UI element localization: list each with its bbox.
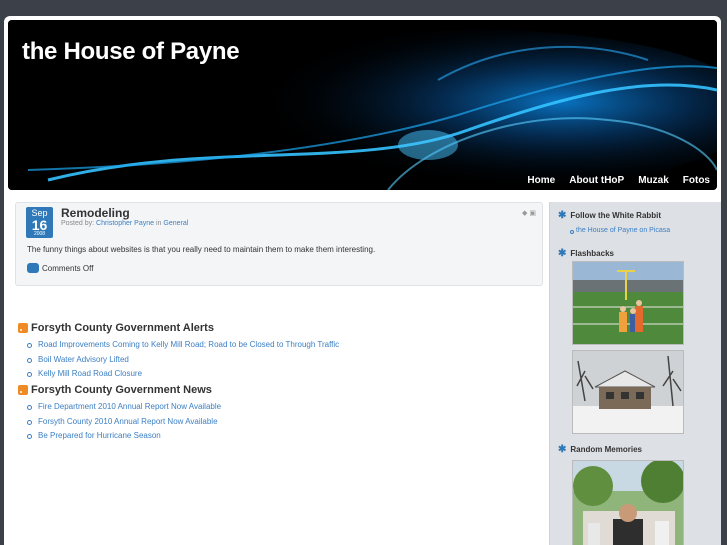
picasa-link[interactable]: the House of Payne on Picasa <box>570 227 670 234</box>
sidebar: ✱ Follow the White Rabbit the House of P… <box>549 202 721 545</box>
feed-news-title: Forsyth County Government News <box>18 384 221 396</box>
list-item[interactable]: Forsyth County 2010 Annual Report Now Av… <box>18 415 221 430</box>
widget-follow-title: ✱ Follow the White Rabbit <box>558 210 661 221</box>
nav-fotos[interactable]: Fotos <box>676 170 717 190</box>
author-link[interactable]: Christopher Payne <box>96 220 154 227</box>
post-icons: ◆ ▣ <box>522 209 536 217</box>
comments-label: Comments Off <box>42 263 94 273</box>
comments-status: Comments Off <box>27 263 93 273</box>
site-header: the House of Payne Home About tHoP Muzak… <box>8 20 717 190</box>
list-item[interactable]: Road Improvements Coming to Kelly Mill R… <box>18 338 339 353</box>
main-nav: Home About tHoP Muzak Fotos <box>520 170 717 190</box>
list-item[interactable]: Be Prepared for Hurricane Season <box>18 429 221 444</box>
widget-follow-title-text: Follow the White Rabbit <box>570 211 662 220</box>
widget-flashbacks-title: ✱ Flashbacks <box>558 248 614 259</box>
feed-news: Forsyth County Government News Fire Depa… <box>18 384 221 444</box>
feed-alerts-list: Road Improvements Coming to Kelly Mill R… <box>18 338 339 382</box>
star-icon: ✱ <box>558 248 567 259</box>
list-item[interactable]: Kelly Mill Road Road Closure <box>18 367 339 382</box>
date-day: 16 <box>31 217 48 233</box>
print-icon[interactable]: ◆ <box>522 210 527 217</box>
feed-news-title-text[interactable]: Forsyth County Government News <box>31 384 212 396</box>
list-item[interactable]: Fire Department 2010 Annual Report Now A… <box>18 400 221 415</box>
post-title[interactable]: Remodeling <box>61 206 130 220</box>
flashback-photo-snow-house[interactable] <box>572 350 684 434</box>
post-body: The funny things about websites is that … <box>27 245 376 254</box>
post-meta-prefix: Posted by: <box>61 220 95 227</box>
post-meta-in: in <box>155 220 162 227</box>
nav-home[interactable]: Home <box>520 170 562 190</box>
widget-random-title: ✱ Random Memories <box>558 444 642 455</box>
stadium-photo-art <box>573 262 683 344</box>
email-icon[interactable]: ▣ <box>529 210 536 217</box>
star-icon: ✱ <box>558 210 567 221</box>
nav-about[interactable]: About tHoP <box>562 170 631 190</box>
page-container: the House of Payne Home About tHoP Muzak… <box>4 16 721 545</box>
date-year: 2008 <box>33 231 46 237</box>
widget-random-title-text: Random Memories <box>570 445 642 454</box>
list-item[interactable]: Boil Water Advisory Lifted <box>18 353 339 368</box>
star-icon: ✱ <box>558 444 567 455</box>
snow-house-photo-art <box>573 351 683 433</box>
date-badge: Sep 16 2008 <box>26 207 53 238</box>
rss-icon[interactable] <box>18 323 28 333</box>
nav-muzak[interactable]: Muzak <box>631 170 676 190</box>
flashback-photo-stadium[interactable] <box>572 261 684 345</box>
feed-alerts-title: Forsyth County Government Alerts <box>18 322 339 334</box>
comment-bubble-icon <box>27 263 39 273</box>
feed-news-list: Fire Department 2010 Annual Report Now A… <box>18 400 221 444</box>
rss-icon[interactable] <box>18 385 28 395</box>
site-title[interactable]: the House of Payne <box>22 38 240 66</box>
post-card: Sep 16 2008 Remodeling Posted by: Christ… <box>15 202 543 286</box>
widget-flashbacks-title-text: Flashbacks <box>570 249 614 258</box>
category-link[interactable]: General <box>163 220 188 227</box>
feed-alerts: Forsyth County Government Alerts Road Im… <box>18 322 339 382</box>
random-memory-photo[interactable] <box>572 460 684 545</box>
random-memory-photo-art <box>573 461 683 545</box>
feed-alerts-title-text[interactable]: Forsyth County Government Alerts <box>31 322 214 334</box>
post-meta: Posted by: Christopher Payne in General <box>61 220 188 227</box>
